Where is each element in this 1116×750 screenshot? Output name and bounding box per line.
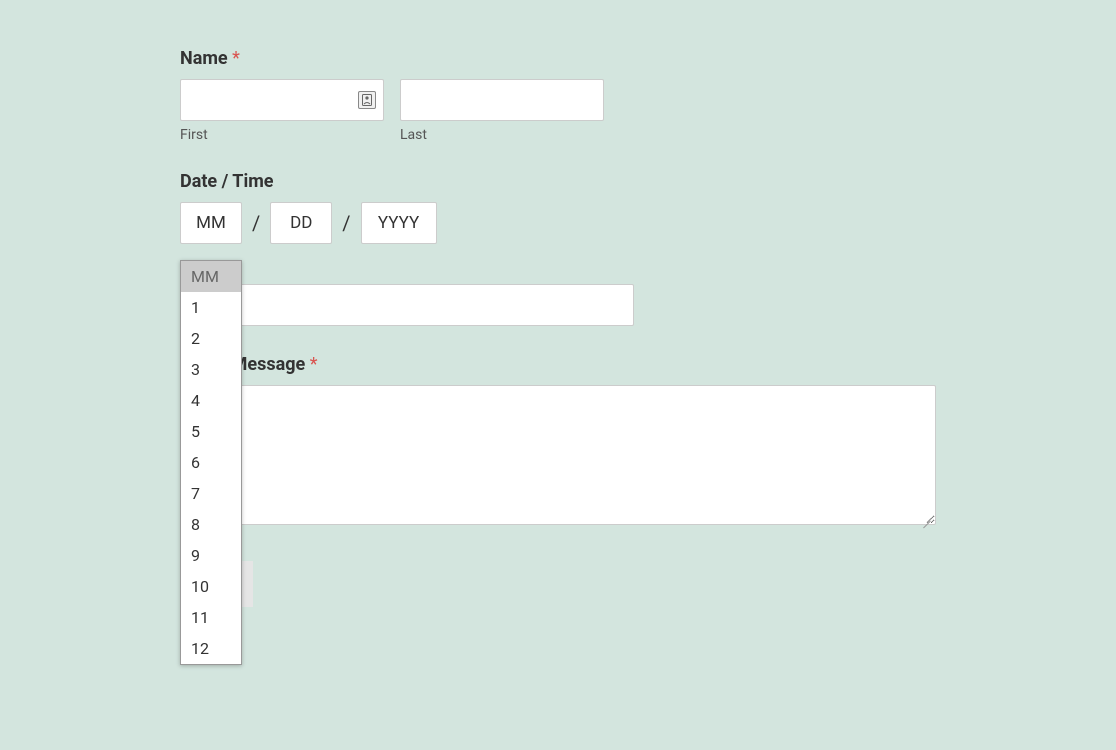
month-select[interactable]: MM <box>180 202 242 244</box>
first-name-input[interactable] <box>180 79 384 121</box>
month-option[interactable]: 6 <box>181 447 241 478</box>
first-name-sublabel: First <box>180 127 384 143</box>
date-field: Date / Time MM / DD / YYYY <box>180 171 936 244</box>
year-select[interactable]: YYYY <box>361 202 437 244</box>
name-field: Name * First Last <box>180 48 936 143</box>
month-option[interactable]: 3 <box>181 354 241 385</box>
email-input[interactable] <box>180 284 634 326</box>
month-option[interactable]: 4 <box>181 385 241 416</box>
contacts-icon[interactable] <box>358 91 376 109</box>
date-separator-2: / <box>342 211 350 235</box>
date-row: MM / DD / YYYY <box>180 202 936 244</box>
day-select[interactable]: DD <box>270 202 332 244</box>
comment-textarea[interactable] <box>180 385 936 525</box>
date-separator-1: / <box>252 211 260 235</box>
last-name-input[interactable] <box>400 79 604 121</box>
month-option[interactable]: 9 <box>181 540 241 571</box>
form: Name * First Last Date / Time <box>0 0 1116 607</box>
last-name-sublabel: Last <box>400 127 604 143</box>
month-placeholder: MM <box>196 213 226 233</box>
month-option[interactable]: 11 <box>181 602 241 633</box>
year-placeholder: YYYY <box>378 213 419 233</box>
comment-label: ent or Message * <box>180 354 936 375</box>
month-dropdown: MM 1 2 3 4 5 6 7 8 9 10 11 12 <box>180 260 242 665</box>
month-option[interactable]: 7 <box>181 478 241 509</box>
email-field <box>180 284 936 326</box>
name-row: First Last <box>180 79 936 143</box>
comment-required-marker: * <box>310 354 318 375</box>
month-option[interactable]: 12 <box>181 633 241 664</box>
month-dropdown-header[interactable]: MM <box>181 261 241 292</box>
name-label-text: Name <box>180 48 228 69</box>
last-name-col: Last <box>400 79 604 143</box>
day-placeholder: DD <box>290 213 312 233</box>
date-label: Date / Time <box>180 171 936 192</box>
required-marker: * <box>232 48 240 69</box>
month-option[interactable]: 2 <box>181 323 241 354</box>
month-option[interactable]: 10 <box>181 571 241 602</box>
month-option[interactable]: 5 <box>181 416 241 447</box>
month-option[interactable]: 8 <box>181 509 241 540</box>
name-label: Name * <box>180 48 936 69</box>
month-option[interactable]: 1 <box>181 292 241 323</box>
first-name-col: First <box>180 79 384 143</box>
comment-field: ent or Message * <box>180 354 936 529</box>
